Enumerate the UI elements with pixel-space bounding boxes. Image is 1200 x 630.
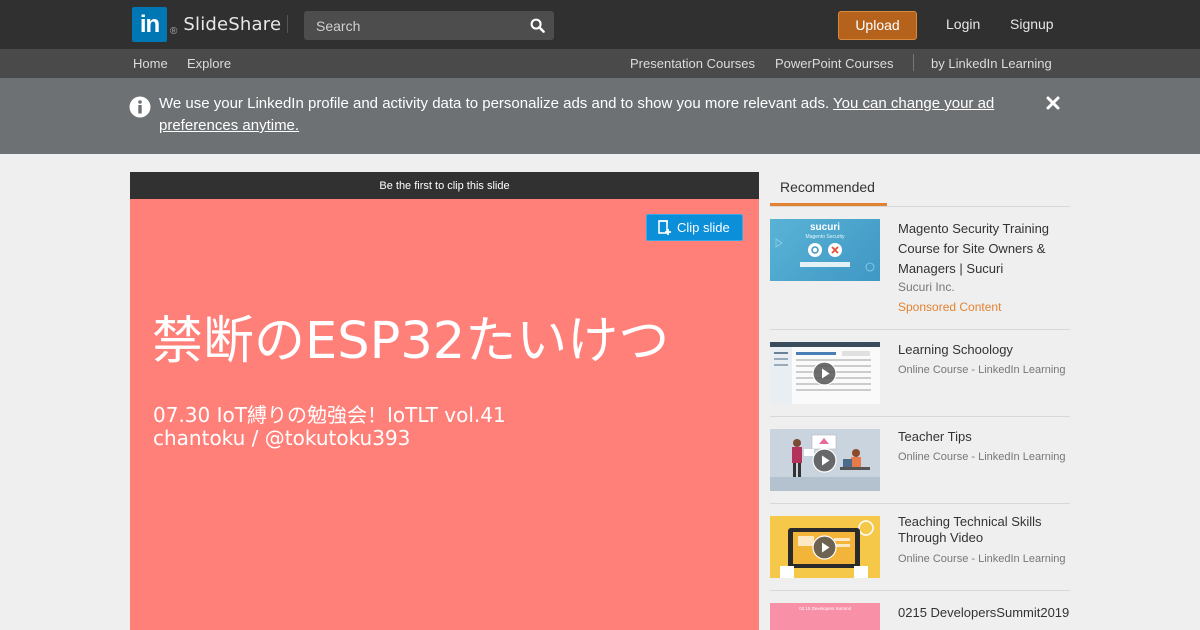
item-source: Online Course - LinkedIn Learning [898,364,1066,376]
item-title[interactable]: Learning Schoology [898,340,1070,360]
recommended-item[interactable]: sucuri Magento Security Magento Security… [770,207,1070,330]
item-thumbnail[interactable] [770,516,880,578]
registered-mark-icon: ® [170,26,178,37]
sucuri-thumbnail-art: sucuri Magento Security [775,222,875,272]
item-title[interactable]: Teacher Tips [898,427,1070,447]
item-title[interactable]: Magento Security Training Course for Sit… [898,219,1070,279]
search-input[interactable] [304,11,524,40]
item-thumbnail[interactable]: 02.15 Developers Summit [770,603,880,630]
slide-subtitle-author: chantoku / @tokutoku393 [153,426,411,450]
thumb-caption: Magento Security [806,234,845,240]
search-icon[interactable] [530,18,545,33]
sponsored-label: Sponsored Content [898,300,1002,314]
search-box [304,11,554,40]
nav-linkedin-learning[interactable]: by LinkedIn Learning [931,56,1052,71]
nav-presentation-courses[interactable]: Presentation Courses [630,56,755,71]
item-title[interactable]: 0215 DevelopersSummit2019 [898,603,1070,623]
recommended-item[interactable]: Teacher Tips Online Course - LinkedIn Le… [770,417,1070,504]
thumb-brand: sucuri [810,222,840,233]
recommended-item[interactable]: Learning Schoology Online Course - Linke… [770,330,1070,417]
close-icon[interactable] [1045,95,1061,111]
devsumi-thumbnail-art: 02.15 Developers Summit [799,606,852,611]
recommended-item[interactable]: Teaching Technical Skills Through Video … [770,504,1070,591]
clip-slide-button[interactable]: Clip slide [646,214,743,241]
play-icon[interactable] [812,448,837,473]
slide-viewer[interactable]: Clip slide 禁断のESP32たいけつ 07.30 IoT縛りの勉強会！… [130,199,759,630]
thumb-caption: 02.15 Developers Summit [799,606,852,611]
signup-link[interactable]: Signup [1010,16,1054,32]
nav-explore[interactable]: Explore [187,56,231,71]
slide-title: 禁断のESP32たいけつ [152,312,670,371]
item-thumbnail[interactable] [770,342,880,404]
clip-slide-label: Clip slide [677,220,730,235]
nav-powerpoint-courses[interactable]: PowerPoint Courses [775,56,894,71]
login-link[interactable]: Login [946,16,980,32]
item-source: Online Course - LinkedIn Learning [898,553,1066,565]
logo-text: SlideShare [183,14,282,35]
header-divider [287,15,288,33]
info-icon [129,96,151,118]
play-icon[interactable] [812,535,837,560]
ad-notice-text: We use your LinkedIn profile and activit… [159,93,1019,137]
item-source: Online Course - LinkedIn Learning [898,451,1066,463]
ad-notice-message: We use your LinkedIn profile and activit… [159,95,834,112]
item-source: Sucuri Inc. [898,280,955,294]
nav-home[interactable]: Home [133,56,168,71]
play-icon[interactable] [812,361,837,386]
upload-button[interactable]: Upload [838,11,917,40]
recommended-item[interactable]: 02.15 Developers Summit 0215 DevelopersS… [770,591,1070,630]
item-thumbnail[interactable]: sucuri Magento Security [770,219,880,281]
linkedin-logo-icon: in [132,7,167,42]
tab-recommended[interactable]: Recommended [770,175,887,206]
slide-subtitle-event: 07.30 IoT縛りの勉強会！IoTLT vol.41 [153,403,506,427]
item-title[interactable]: Teaching Technical Skills Through Video [898,514,1070,546]
slideshare-logo[interactable]: in ® SlideShare [132,7,281,42]
item-thumbnail[interactable] [770,429,880,491]
clip-icon [658,220,671,235]
subnav-divider [913,54,914,71]
clip-prompt: Be the first to clip this slide [130,172,759,199]
